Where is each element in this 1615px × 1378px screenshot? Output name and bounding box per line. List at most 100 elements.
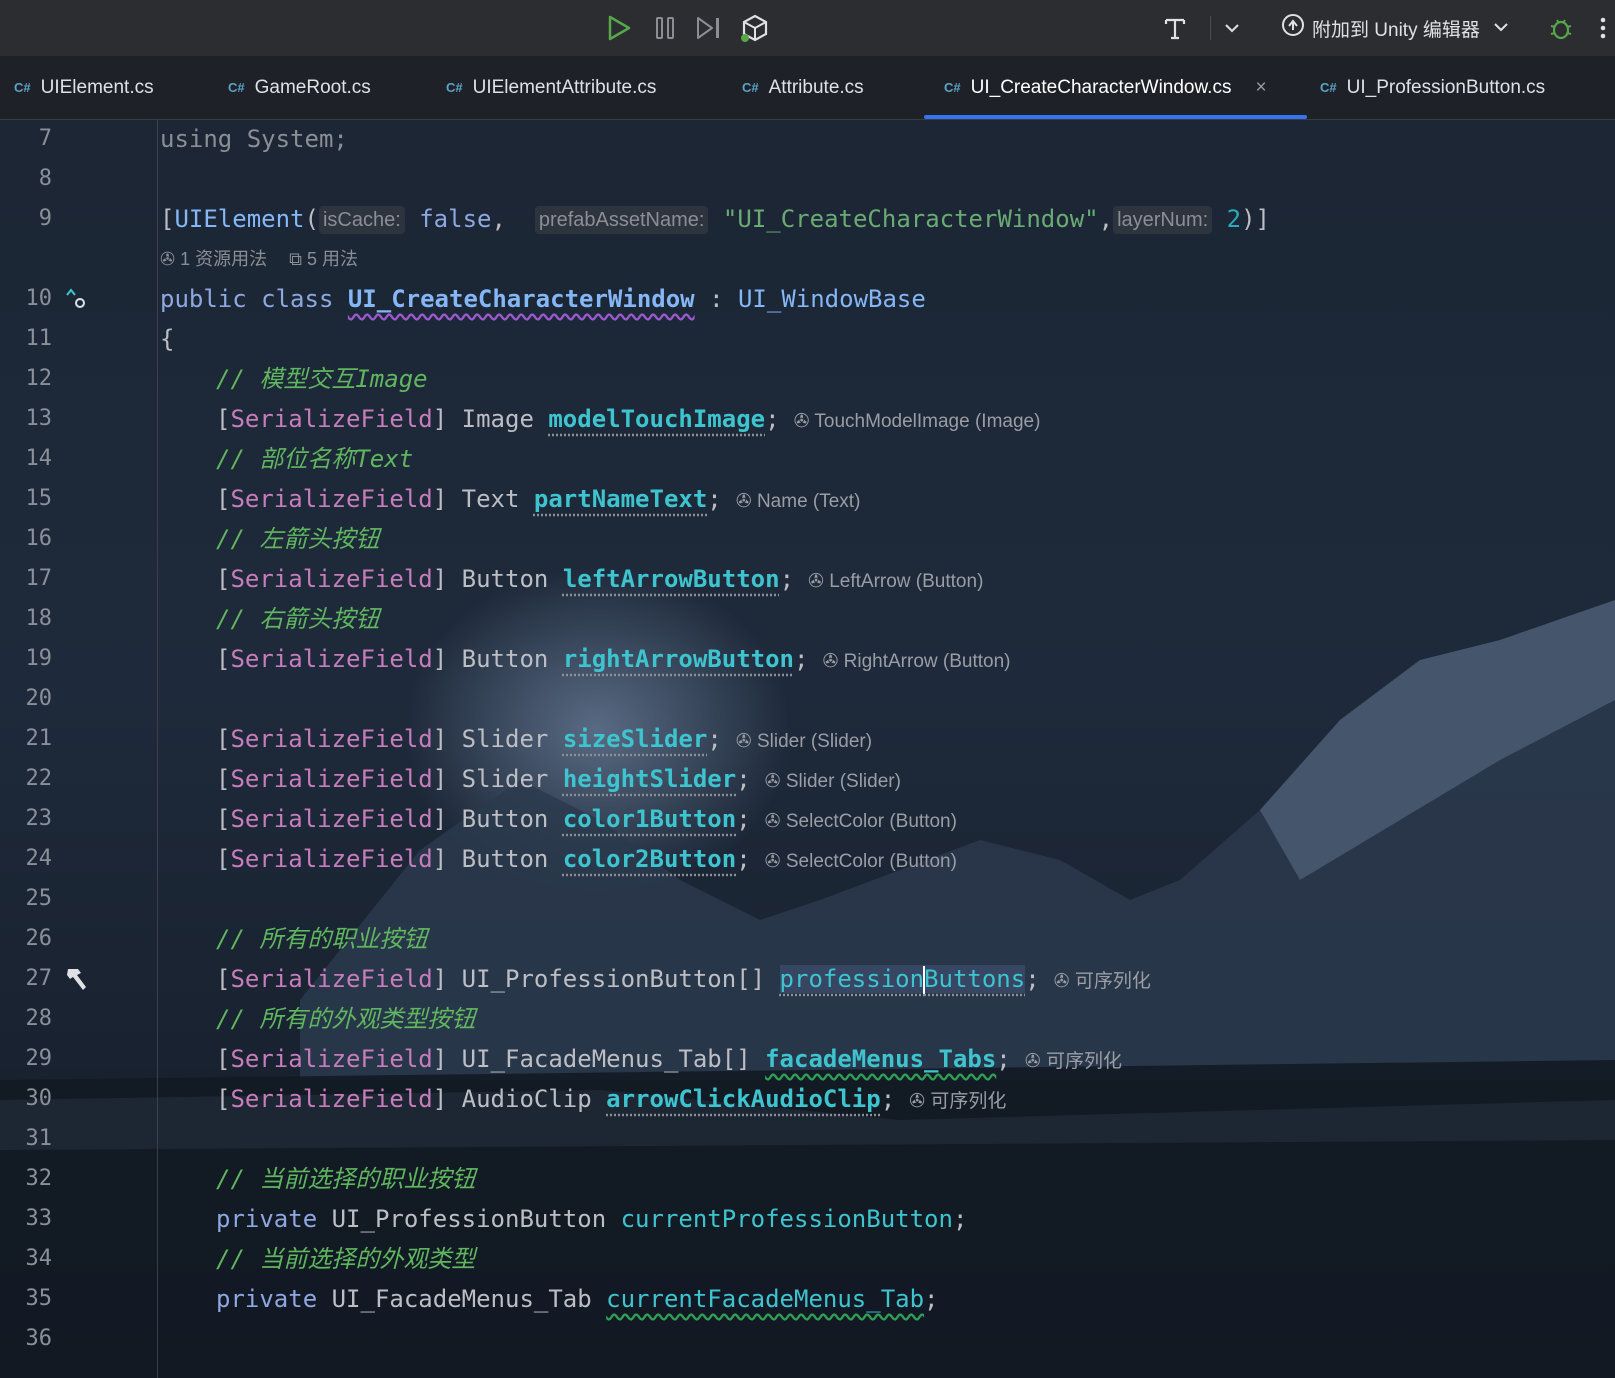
code-line: 22 [SerializeField] Slider heightSlider;… <box>0 759 1615 799</box>
chevron-down-icon <box>1492 17 1510 39</box>
line-number: 23 <box>25 806 53 831</box>
code-line: 30 [SerializeField] AudioClip arrowClick… <box>0 1079 1615 1119</box>
top-toolbar: 附加到 Unity 编辑器 <box>0 0 1615 56</box>
code-text: [SerializeField] Button color2Button; ✇ S… <box>216 845 957 873</box>
unity-hint[interactable]: ✇ 可序列化 <box>1025 1051 1122 1072</box>
attach-unity-button[interactable]: 附加到 Unity 编辑器 <box>1280 14 1510 42</box>
code-text: [SerializeField] UI_ProfessionButton[] p… <box>216 965 1151 994</box>
unity-hint[interactable]: ✇ Name (Text) <box>736 491 861 512</box>
code-line: 16 // 左箭头按钮 <box>0 519 1615 559</box>
unity-icon: ✇ <box>764 851 786 872</box>
code-line: 26 // 所有的职业按钮 <box>0 919 1615 959</box>
line-number: 17 <box>25 566 53 591</box>
unity-icon: ✇ <box>764 771 786 792</box>
code-line: 27 [SerializeField] UI_ProfessionButton[… <box>0 959 1615 999</box>
code-line: 18 // 右箭头按钮 <box>0 599 1615 639</box>
unity-hint[interactable]: ✇ Slider (Slider) <box>736 731 872 752</box>
tab-ui-createcharacterwindow[interactable]: C# UI_CreateCharacterWindow.cs × <box>924 56 1307 119</box>
line-number: 7 <box>38 126 52 151</box>
param-hint: isCache: <box>318 206 405 234</box>
line-number: 34 <box>25 1246 53 1271</box>
code-editor[interactable]: 7 using System; 8 9 [UIElement(isCache: … <box>0 119 1615 1378</box>
tab-label: UI_ProfessionButton.cs <box>1346 76 1546 98</box>
code-text: using System; <box>160 125 348 153</box>
line-number: 14 <box>25 446 53 471</box>
tab-uielement[interactable]: C# UIElement.cs <box>14 56 154 119</box>
line-number: 25 <box>25 886 53 911</box>
code-comment: // 右箭头按钮 <box>216 605 380 633</box>
csharp-file-icon: C# <box>14 80 31 95</box>
tab-label: GameRoot.cs <box>254 76 371 98</box>
hammer-icon[interactable] <box>62 965 90 997</box>
usages-link[interactable]: ⧉ 5 用法 <box>289 239 358 279</box>
unity-icon: ✇ <box>735 491 757 512</box>
csharp-file-icon: C# <box>944 80 961 95</box>
unity-hint[interactable]: ✇ SelectColor (Button) <box>765 811 957 832</box>
csharp-file-icon: C# <box>446 80 463 95</box>
code-line: 24 [SerializeField] Button color2Button;… <box>0 839 1615 879</box>
chevron-down-icon[interactable] <box>1220 14 1244 42</box>
implements-gutter-icon[interactable] <box>62 285 90 317</box>
unity-hint[interactable]: ✇ 可序列化 <box>1054 971 1151 992</box>
code-line: 15 [SerializeField] Text partNameText; ✇ … <box>0 479 1615 519</box>
close-tab-icon[interactable]: × <box>1255 77 1266 99</box>
code-comment: // 当前选择的职业按钮 <box>216 1165 476 1193</box>
unity-hint[interactable]: ✇ LeftArrow (Button) <box>808 571 983 592</box>
pause-icon[interactable] <box>650 14 680 42</box>
editor-tab-bar: C# UIElement.cs C# GameRoot.cs C# UIElem… <box>0 56 1615 120</box>
format-icon[interactable] <box>1160 14 1190 42</box>
unity-debug-icon[interactable] <box>738 14 772 42</box>
code-line: 29 [SerializeField] UI_FacadeMenus_Tab[]… <box>0 1039 1615 1079</box>
line-number: 20 <box>25 686 53 711</box>
code-text: public class UI_CreateCharacterWindow : … <box>160 285 926 313</box>
tab-label: Attribute.cs <box>768 76 864 98</box>
more-icon[interactable] <box>1596 14 1610 42</box>
code-lens-line: ✇ 1 资源用法 ⧉ 5 用法 <box>0 239 1615 279</box>
code-text: [SerializeField] Button leftArrowButton;… <box>216 565 984 593</box>
unity-hint[interactable]: ✇ SelectColor (Button) <box>765 851 957 872</box>
line-number: 29 <box>25 1046 53 1071</box>
run-icon[interactable] <box>604 14 634 42</box>
csharp-file-icon: C# <box>742 80 759 95</box>
line-number: 33 <box>25 1206 53 1231</box>
unity-icon: ✇ <box>735 731 757 752</box>
code-text: [SerializeField] Button color1Button; ✇ S… <box>216 805 957 833</box>
unity-icon: ✇ <box>808 571 830 592</box>
code-comment: // 模型交互Image <box>216 365 428 393</box>
unity-icon: ✇ <box>764 811 786 832</box>
code-comment: // 左箭头按钮 <box>216 525 380 553</box>
line-number: 31 <box>25 1126 53 1151</box>
tab-gameroot[interactable]: C# GameRoot.cs <box>228 56 371 119</box>
line-number: 26 <box>25 926 53 951</box>
code-text: [SerializeField] UI_FacadeMenus_Tab[] fa… <box>216 1045 1122 1073</box>
unity-hint[interactable]: ✇ TouchModelImage (Image) <box>794 411 1041 432</box>
line-number: 27 <box>25 966 53 991</box>
unity-hint[interactable]: ✇ 可序列化 <box>909 1091 1006 1112</box>
unity-hint[interactable]: ✇ Slider (Slider) <box>765 771 901 792</box>
line-number: 9 <box>38 206 52 231</box>
tab-uielementattribute[interactable]: C# UIElementAttribute.cs <box>446 56 656 119</box>
tab-attribute[interactable]: C# Attribute.cs <box>742 56 864 119</box>
code-text: [SerializeField] Text partNameText; ✇ Nam… <box>216 485 861 513</box>
unity-icon: ✇ <box>160 249 181 269</box>
step-icon[interactable] <box>693 14 725 42</box>
line-number: 30 <box>25 1086 53 1111</box>
param-hint: prefabAssetName: <box>534 206 709 234</box>
code-line: 23 [SerializeField] Button color1Button;… <box>0 799 1615 839</box>
bug-icon[interactable] <box>1546 14 1576 42</box>
code-line: 14 // 部位名称Text <box>0 439 1615 479</box>
tab-ui-professionbutton[interactable]: C# UI_ProfessionButton.cs <box>1320 56 1545 119</box>
tab-label: UIElementAttribute.cs <box>472 76 657 98</box>
code-text: { <box>160 325 175 353</box>
code-line: 11 { <box>0 319 1615 359</box>
line-number: 18 <box>25 606 53 631</box>
line-number: 8 <box>38 166 52 191</box>
code-line: 25 <box>0 879 1615 919</box>
asset-usages-link[interactable]: ✇ 1 资源用法 <box>160 239 267 279</box>
code-lens: ✇ 1 资源用法 ⧉ 5 用法 <box>160 239 358 279</box>
line-number: 10 <box>25 286 53 311</box>
line-number: 11 <box>25 326 53 351</box>
code-line: 36 <box>0 1319 1615 1359</box>
unity-hint[interactable]: ✇ RightArrow (Button) <box>822 651 1010 672</box>
unity-icon: ✇ <box>909 1091 931 1112</box>
